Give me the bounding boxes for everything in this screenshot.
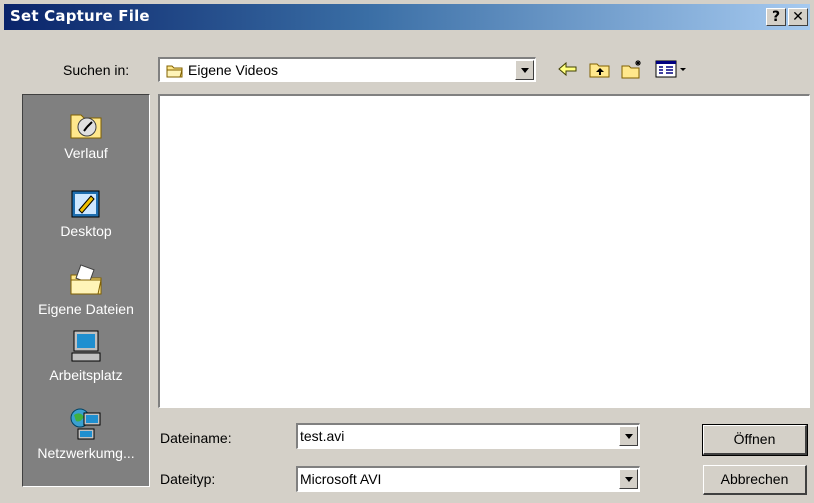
view-menu-icon[interactable]	[654, 58, 690, 80]
new-folder-icon[interactable]	[620, 58, 644, 80]
my-documents-icon	[70, 264, 102, 295]
place-label-my-documents: Eigene Dateien	[38, 301, 134, 317]
place-label-history: Verlauf	[64, 145, 108, 161]
filename-label: Dateiname:	[160, 430, 232, 446]
cancel-button[interactable]: Abbrechen	[703, 465, 807, 495]
filetype-value: Microsoft AVI	[300, 471, 382, 487]
place-my-computer[interactable]: Arbeitsplatz	[23, 329, 149, 399]
folder-icon	[166, 65, 183, 78]
filetype-label: Dateityp:	[160, 471, 216, 487]
back-arrow-icon[interactable]	[556, 58, 580, 80]
window-title: Set Capture File	[10, 7, 150, 25]
set-capture-file-dialog: Set Capture File ? ✕ Suchen in: Eigene V…	[0, 0, 814, 503]
place-history[interactable]: Verlauf	[23, 107, 149, 177]
history-icon	[70, 114, 102, 139]
places-bar: Verlauf Desktop Eigene Dateien Arbeitspl…	[22, 94, 150, 487]
filename-input[interactable]: test.avi	[300, 428, 344, 444]
place-label-network: Netzwerkumg...	[37, 445, 135, 461]
place-network[interactable]: Netzwerkumg...	[23, 407, 149, 477]
close-button[interactable]: ✕	[788, 8, 808, 26]
my-computer-icon	[71, 330, 101, 362]
place-label-desktop: Desktop	[60, 223, 112, 239]
file-list[interactable]	[158, 94, 810, 408]
up-folder-icon[interactable]	[588, 58, 612, 80]
lookin-dropdown-button[interactable]	[515, 60, 534, 80]
open-button[interactable]: Öffnen	[702, 424, 808, 456]
help-button[interactable]: ?	[766, 8, 786, 26]
desktop-icon	[71, 190, 100, 218]
filename-combobox[interactable]: test.avi	[296, 423, 640, 449]
place-label-my-computer: Arbeitsplatz	[49, 367, 123, 383]
lookin-combobox[interactable]: Eigene Videos	[158, 57, 536, 82]
lookin-value: Eigene Videos	[188, 62, 279, 78]
filetype-dropdown-button[interactable]	[619, 469, 638, 489]
title-bar[interactable]: Set Capture File ? ✕	[4, 4, 810, 30]
filetype-combobox[interactable]: Microsoft AVI	[296, 466, 640, 492]
place-desktop[interactable]: Desktop	[23, 185, 149, 255]
network-icon	[70, 408, 101, 440]
lookin-label: Suchen in:	[63, 62, 130, 78]
filename-dropdown-button[interactable]	[619, 426, 638, 446]
place-my-documents[interactable]: Eigene Dateien	[23, 263, 149, 333]
